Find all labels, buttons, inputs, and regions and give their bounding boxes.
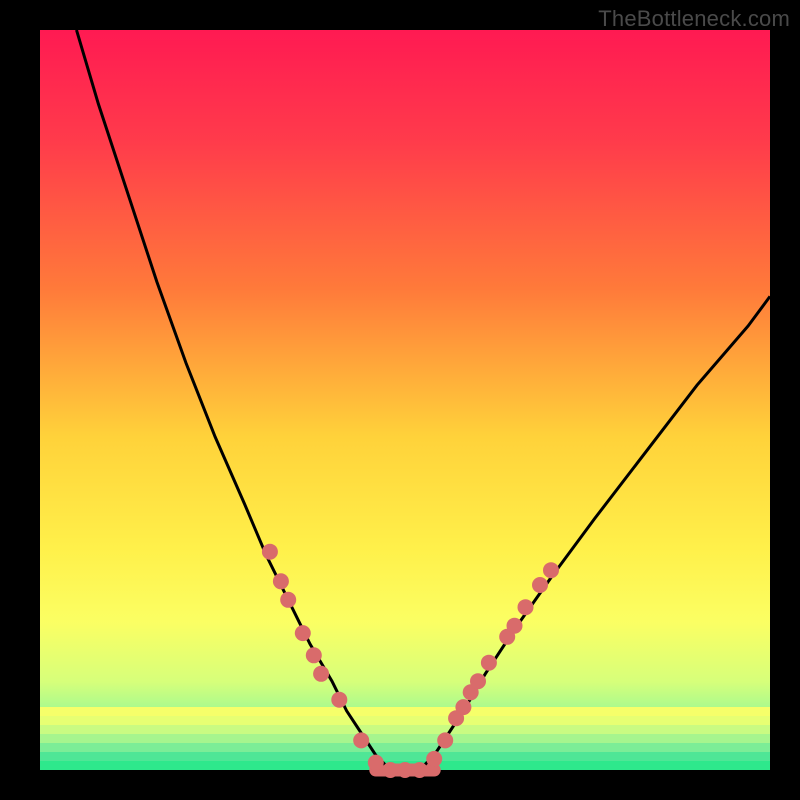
data-marker (262, 544, 278, 560)
watermark-text: TheBottleneck.com (598, 6, 790, 32)
data-marker (306, 647, 322, 663)
data-marker (532, 577, 548, 593)
data-marker (353, 732, 369, 748)
data-marker (470, 673, 486, 689)
data-marker (368, 755, 384, 771)
bottom-color-bands (40, 707, 770, 770)
plot-background (40, 30, 770, 770)
data-marker (455, 699, 471, 715)
chart-frame: TheBottleneck.com (0, 0, 800, 800)
data-marker (280, 592, 296, 608)
data-marker (481, 655, 497, 671)
data-marker (412, 762, 428, 778)
data-marker (518, 599, 534, 615)
data-marker (437, 732, 453, 748)
data-marker (397, 762, 413, 778)
data-marker (331, 692, 347, 708)
data-marker (507, 618, 523, 634)
chart-svg (0, 0, 800, 800)
data-marker (382, 762, 398, 778)
data-marker (273, 573, 289, 589)
data-marker (313, 666, 329, 682)
data-marker (543, 562, 559, 578)
data-marker (295, 625, 311, 641)
data-marker (426, 751, 442, 767)
